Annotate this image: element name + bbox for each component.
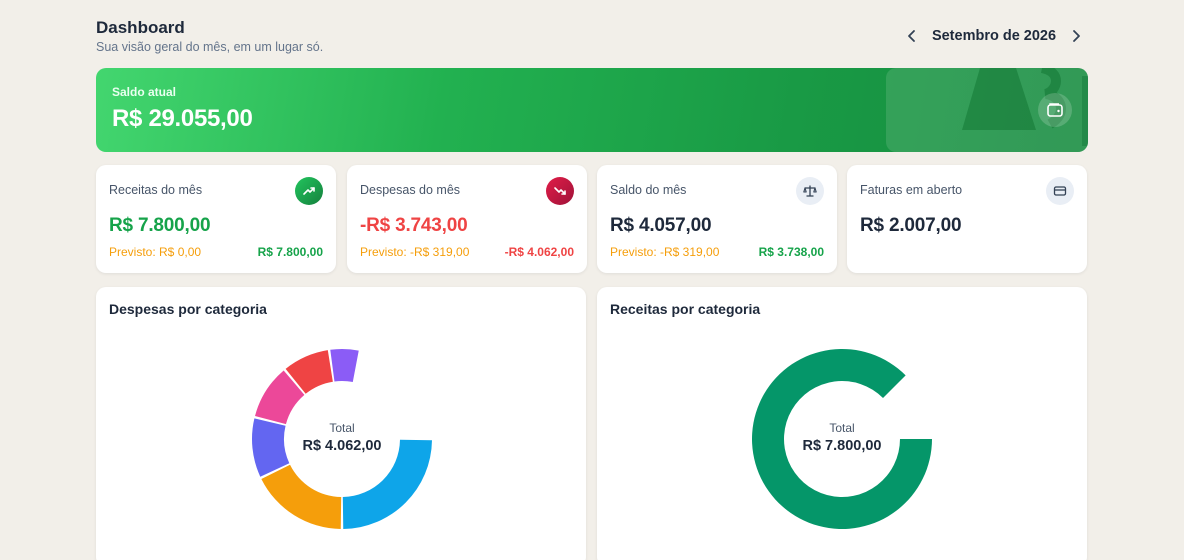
forecast-text: Previsto: -R$ 319,00 [610, 245, 720, 259]
realized-value: R$ 3.738,00 [758, 245, 824, 259]
header: Dashboard Sua visão geral do mês, em um … [96, 18, 1088, 58]
income-stat-card: Receitas do mês R$ 7.800,00 Previsto: R$… [96, 165, 336, 273]
stat-value: R$ 4.057,00 [610, 215, 712, 236]
page-subtitle: Sua visão geral do mês, em um lugar só. [96, 40, 324, 54]
stat-footer: Previsto: R$ 0,00 R$ 7.800,00 [109, 245, 323, 259]
page-title: Dashboard [96, 18, 185, 37]
chart-title: Despesas por categoria [109, 301, 267, 317]
scale-icon [796, 177, 824, 205]
stat-value: R$ 2.007,00 [860, 215, 962, 236]
realized-value: -R$ 4.062,00 [504, 245, 574, 259]
balance-label: Saldo atual [112, 85, 177, 99]
wallet-icon [1038, 93, 1072, 127]
total-value: R$ 7.800,00 [802, 438, 882, 454]
expenses-by-category-card: Despesas por categoria Total R$ 4.062,00 [96, 287, 586, 560]
stat-label: Faturas em aberto [860, 183, 963, 197]
dashboard-page: Dashboard Sua visão geral do mês, em um … [0, 0, 1184, 560]
total-value: R$ 4.062,00 [302, 438, 382, 454]
total-label: Total [829, 421, 855, 435]
trending-up-icon [295, 177, 323, 205]
credit-card-icon [1046, 177, 1074, 205]
chart-title: Receitas por categoria [610, 301, 761, 317]
donut-slice[interactable] [330, 349, 359, 383]
chevron-left-icon [908, 30, 915, 42]
previous-month-button[interactable] [900, 24, 924, 48]
month-balance-stat-card: Saldo do mês R$ 4.057,00 Previsto: -R$ 3… [597, 165, 837, 273]
donut-center-label: Total R$ 4.062,00 [242, 421, 442, 454]
current-month-label: Setembro de 2026 [931, 28, 1057, 44]
next-month-button[interactable] [1064, 24, 1088, 48]
balance-value: R$ 29.055,00 [112, 105, 253, 132]
donut-center-label: Total R$ 7.800,00 [742, 421, 942, 454]
stat-footer: Previsto: -R$ 319,00 R$ 3.738,00 [610, 245, 824, 259]
forecast-text: Previsto: R$ 0,00 [109, 245, 202, 259]
income-by-category-card: Receitas por categoria Total R$ 7.800,00 [597, 287, 1087, 560]
donut-slice[interactable] [261, 464, 342, 529]
stat-footer: Previsto: -R$ 319,00 -R$ 4.062,00 [360, 245, 574, 259]
current-balance-banner: Saldo atual R$ 29.055,00 [96, 68, 1088, 152]
stat-value: -R$ 3.743,00 [360, 215, 468, 236]
stat-label: Receitas do mês [109, 183, 203, 197]
trending-down-icon [546, 177, 574, 205]
stat-label: Saldo do mês [610, 183, 687, 197]
total-label: Total [329, 421, 355, 435]
stat-label: Despesas do mês [360, 183, 461, 197]
month-navigator: Setembro de 2026 [900, 24, 1088, 48]
forecast-text: Previsto: -R$ 319,00 [360, 245, 470, 259]
realized-value: R$ 7.800,00 [257, 245, 323, 259]
chevron-right-icon [1073, 30, 1080, 42]
expenses-stat-card: Despesas do mês -R$ 3.743,00 Previsto: -… [347, 165, 587, 273]
open-invoices-stat-card: Faturas em aberto R$ 2.007,00 [847, 165, 1087, 273]
stat-value: R$ 7.800,00 [109, 215, 211, 236]
